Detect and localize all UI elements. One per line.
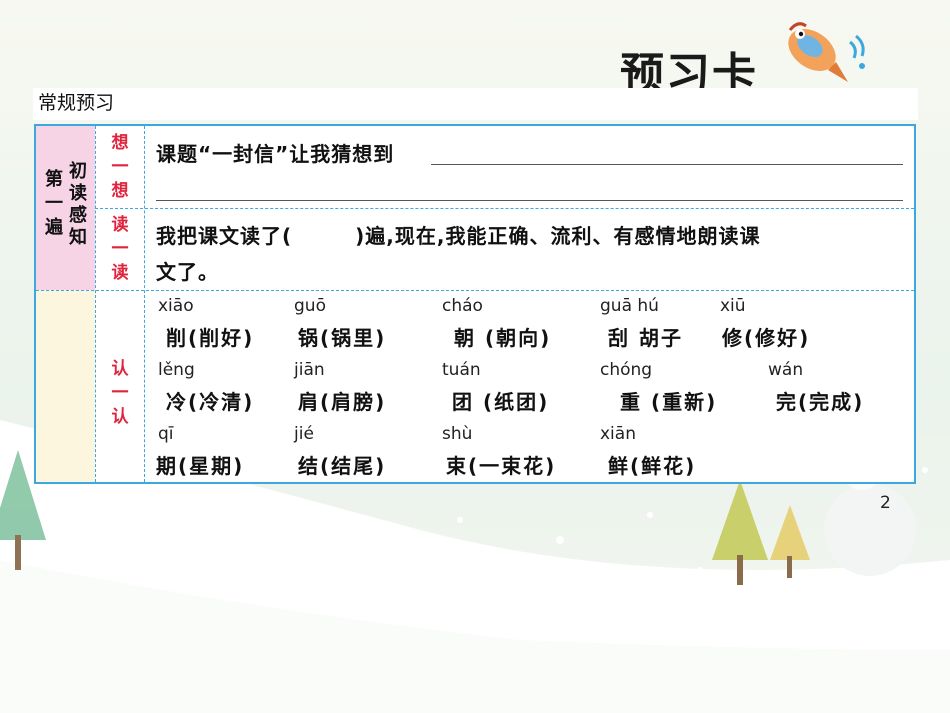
character-word: 朝 (朝向) — [454, 326, 552, 350]
pinyin: wán — [768, 360, 804, 380]
character-word: 团 (纸团) — [452, 390, 550, 414]
pinyin: jié — [294, 424, 314, 444]
character-word: 刮 胡子 — [608, 326, 683, 350]
character-word: 削(削好) — [166, 326, 255, 350]
character-word: 期(星期) — [156, 454, 245, 478]
label-gan: 感 — [69, 205, 87, 226]
read-text-line2: 文了。 — [156, 260, 219, 284]
tag-ren-1: 认 — [111, 359, 129, 379]
answer-line-1[interactable] — [431, 164, 903, 165]
pinyin: xiāo — [158, 296, 194, 316]
tag-xiang-2: 想 — [111, 181, 129, 201]
character-word: 束(一束花) — [446, 454, 557, 478]
pinyin: guā hú — [600, 296, 659, 316]
tag-yi-1: 一 — [111, 157, 129, 177]
tag-yi-3: 一 — [111, 383, 129, 403]
tag-du-1: 读 — [111, 215, 129, 235]
label-du: 读 — [69, 183, 87, 204]
think-prompt: 课题“一封信”让我猜想到 — [156, 142, 395, 166]
label-di: 第 — [45, 169, 63, 190]
pinyin: guō — [294, 296, 326, 316]
tag-ren-2: 认 — [111, 407, 129, 427]
label-zhi: 知 — [69, 227, 87, 248]
page-number: 2 — [880, 493, 891, 513]
fish-mascot-icon — [788, 22, 865, 82]
divider-v1 — [95, 126, 96, 482]
pinyin: xiān — [600, 424, 636, 444]
divider-h1 — [95, 208, 914, 209]
character-word: 完(完成) — [776, 390, 865, 414]
pinyin: jiān — [294, 360, 325, 380]
pinyin: qī — [158, 424, 174, 444]
section-label: 常规预习 — [33, 88, 918, 120]
character-word: 冷(冷清) — [166, 390, 255, 414]
answer-line-2[interactable] — [156, 200, 903, 201]
character-word: 重 (重新) — [620, 390, 718, 414]
tag-yi-2: 一 — [111, 239, 129, 259]
label-chu: 初 — [69, 161, 87, 182]
divider-h2 — [36, 290, 914, 291]
character-word: 修(修好) — [722, 326, 811, 350]
pinyin: xiū — [720, 296, 746, 316]
character-word: 肩(肩膀) — [298, 390, 387, 414]
tag-du-2: 读 — [111, 263, 129, 283]
pinyin: lěng — [158, 360, 195, 380]
divider-v2 — [144, 126, 145, 482]
character-word: 锅(锅里) — [298, 326, 387, 350]
pinyin: chóng — [600, 360, 653, 380]
character-word: 鲜(鲜花) — [608, 454, 697, 478]
empty-left-cell — [36, 290, 95, 482]
pinyin: cháo — [442, 296, 483, 316]
read-text-line1: 我把课文读了( )遍,现在,我能正确、流利、有感情地朗读课 — [156, 224, 761, 248]
tag-xiang-1: 想 — [111, 133, 129, 153]
pinyin: shù — [442, 424, 473, 444]
preview-table: 第 一 遍 初 读 感 知 想 一 想 读 一 读 认 一 认 课题“一封信”让… — [34, 124, 916, 484]
label-yi: 一 — [45, 193, 63, 214]
label-bian: 遍 — [45, 217, 63, 238]
character-word: 结(结尾) — [298, 454, 387, 478]
pinyin: tuán — [442, 360, 481, 380]
